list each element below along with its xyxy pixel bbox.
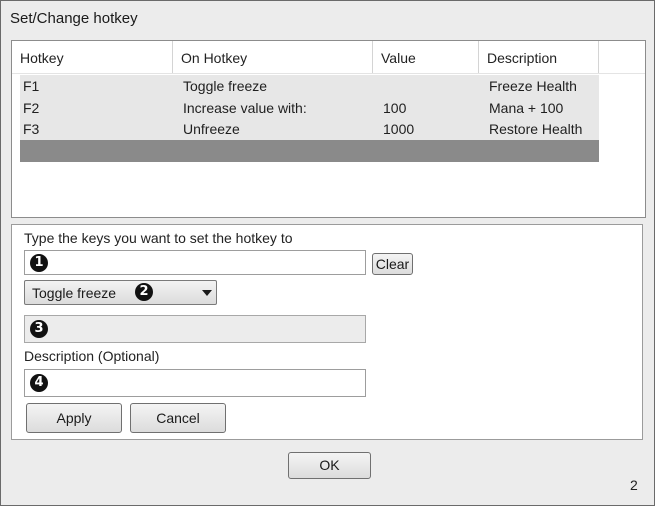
page-number: 2 (630, 477, 638, 493)
cell-on-hotkey: Toggle freeze (183, 78, 268, 94)
numbered-callout-icon: 1 (30, 254, 48, 272)
clear-button[interactable]: Clear (372, 253, 413, 275)
cell-description: Mana + 100 (489, 99, 564, 116)
cell-hotkey: F1 (23, 78, 40, 94)
table-row[interactable]: F1 Toggle freeze Freeze Health (20, 75, 599, 97)
cancel-button[interactable]: Cancel (130, 403, 226, 433)
table-row[interactable]: F2 Increase value with: 100 Mana + 100 (20, 96, 599, 119)
description-input[interactable] (24, 369, 366, 397)
column-header-on-hotkey[interactable]: On Hotkey (173, 41, 373, 73)
chevron-down-icon (202, 290, 212, 296)
value-input (24, 315, 366, 343)
apply-button[interactable]: Apply (26, 403, 122, 433)
cell-value: 1000 (383, 121, 415, 138)
hotkey-list[interactable]: Hotkey On Hotkey Value Description F1 To… (11, 40, 646, 218)
numbered-callout-icon: 4 (30, 374, 48, 392)
ok-button[interactable]: OK (288, 452, 371, 479)
window-title: Set/Change hotkey (10, 10, 138, 27)
cell-on-hotkey: Increase value with: (183, 99, 307, 116)
cell-description: Freeze Health (489, 78, 577, 94)
column-header-value[interactable]: Value (373, 41, 479, 73)
description-label: Description (Optional) (24, 348, 160, 364)
selected-empty-row[interactable] (20, 140, 599, 163)
set-change-hotkey-dialog: Set/Change hotkey Hotkey On Hotkey Value… (0, 0, 655, 506)
header-divider (12, 73, 645, 74)
cell-hotkey: F3 (23, 121, 40, 138)
numbered-callout-icon: 2 (135, 283, 153, 301)
hotkey-keys-input[interactable] (24, 250, 366, 275)
on-hotkey-action-select[interactable]: Toggle freeze (24, 280, 217, 305)
numbered-callout-icon: 3 (30, 320, 48, 338)
title-bar: Set/Change hotkey (1, 1, 654, 37)
table-row[interactable]: F3 Unfreeze 1000 Restore Health (20, 118, 599, 141)
cell-on-hotkey: Unfreeze (183, 121, 240, 138)
keys-prompt-label: Type the keys you want to set the hotkey… (24, 230, 293, 246)
cell-hotkey: F2 (23, 99, 40, 116)
cell-value: 100 (383, 99, 407, 116)
column-header-description[interactable]: Description (479, 41, 599, 73)
cell-description: Restore Health (489, 121, 583, 138)
hotkey-rows: F1 Toggle freeze Freeze Health F2 Increa… (20, 75, 599, 163)
column-header-hotkey[interactable]: Hotkey (12, 41, 173, 73)
selected-action: Toggle freeze (32, 285, 117, 301)
